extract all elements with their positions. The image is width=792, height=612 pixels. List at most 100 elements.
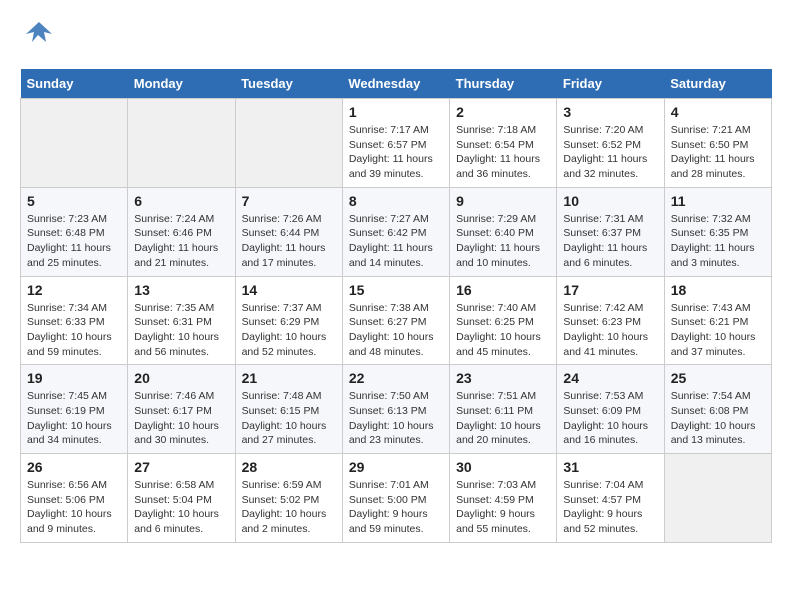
day-number: 6 bbox=[134, 193, 228, 209]
day-info: Sunrise: 7:26 AM Sunset: 6:44 PM Dayligh… bbox=[242, 212, 336, 271]
day-info: Sunrise: 7:03 AM Sunset: 4:59 PM Dayligh… bbox=[456, 478, 550, 537]
day-number: 25 bbox=[671, 370, 765, 386]
calendar-cell: 21 Sunrise: 7:48 AM Sunset: 6:15 PM Dayli… bbox=[235, 365, 342, 454]
day-info: Sunrise: 6:59 AM Sunset: 5:02 PM Dayligh… bbox=[242, 478, 336, 537]
calendar-cell bbox=[128, 99, 235, 188]
day-info: Sunrise: 7:17 AM Sunset: 6:57 PM Dayligh… bbox=[349, 123, 443, 182]
day-number: 28 bbox=[242, 459, 336, 475]
calendar-cell: 6 Sunrise: 7:24 AM Sunset: 6:46 PM Daylig… bbox=[128, 187, 235, 276]
column-header-monday: Monday bbox=[128, 69, 235, 99]
day-info: Sunrise: 7:31 AM Sunset: 6:37 PM Dayligh… bbox=[563, 212, 657, 271]
day-number: 20 bbox=[134, 370, 228, 386]
calendar-cell: 31 Sunrise: 7:04 AM Sunset: 4:57 PM Dayli… bbox=[557, 454, 664, 543]
calendar-cell: 11 Sunrise: 7:32 AM Sunset: 6:35 PM Dayli… bbox=[664, 187, 771, 276]
day-number: 10 bbox=[563, 193, 657, 209]
column-header-sunday: Sunday bbox=[21, 69, 128, 99]
day-number: 23 bbox=[456, 370, 550, 386]
calendar-cell: 12Sunrise: 7:34 AM Sunset: 6:33 PM Dayli… bbox=[21, 276, 128, 365]
calendar-cell: 10 Sunrise: 7:31 AM Sunset: 6:37 PM Dayli… bbox=[557, 187, 664, 276]
week-row-4: 19 Sunrise: 7:45 AM Sunset: 6:19 PM Dayli… bbox=[21, 365, 772, 454]
day-info: Sunrise: 7:37 AM Sunset: 6:29 PM Dayligh… bbox=[242, 301, 336, 360]
day-info: Sunrise: 7:01 AM Sunset: 5:00 PM Dayligh… bbox=[349, 478, 443, 537]
day-number: 1 bbox=[349, 104, 443, 120]
calendar-cell: 15 Sunrise: 7:38 AM Sunset: 6:27 PM Dayli… bbox=[342, 276, 449, 365]
page-header bbox=[20, 20, 772, 53]
calendar-cell: 2Sunrise: 7:18 AM Sunset: 6:54 PM Daylig… bbox=[450, 99, 557, 188]
day-number: 3 bbox=[563, 104, 657, 120]
calendar-cell bbox=[235, 99, 342, 188]
day-info: Sunrise: 6:56 AM Sunset: 5:06 PM Dayligh… bbox=[27, 478, 121, 537]
day-number: 9 bbox=[456, 193, 550, 209]
calendar-cell: 8 Sunrise: 7:27 AM Sunset: 6:42 PM Daylig… bbox=[342, 187, 449, 276]
calendar-cell: 28 Sunrise: 6:59 AM Sunset: 5:02 PM Dayli… bbox=[235, 454, 342, 543]
day-info: Sunrise: 7:21 AM Sunset: 6:50 PM Dayligh… bbox=[671, 123, 765, 182]
day-info: Sunrise: 7:23 AM Sunset: 6:48 PM Dayligh… bbox=[27, 212, 121, 271]
calendar-cell: 14 Sunrise: 7:37 AM Sunset: 6:29 PM Dayli… bbox=[235, 276, 342, 365]
day-number: 30 bbox=[456, 459, 550, 475]
day-number: 27 bbox=[134, 459, 228, 475]
column-header-wednesday: Wednesday bbox=[342, 69, 449, 99]
day-number: 19 bbox=[27, 370, 121, 386]
day-info: Sunrise: 7:54 AM Sunset: 6:08 PM Dayligh… bbox=[671, 389, 765, 448]
column-header-saturday: Saturday bbox=[664, 69, 771, 99]
day-info: Sunrise: 7:43 AM Sunset: 6:21 PM Dayligh… bbox=[671, 301, 765, 360]
day-number: 14 bbox=[242, 282, 336, 298]
week-row-5: 26 Sunrise: 6:56 AM Sunset: 5:06 PM Dayli… bbox=[21, 454, 772, 543]
day-info: Sunrise: 7:24 AM Sunset: 6:46 PM Dayligh… bbox=[134, 212, 228, 271]
day-info: Sunrise: 7:29 AM Sunset: 6:40 PM Dayligh… bbox=[456, 212, 550, 271]
day-info: Sunrise: 7:40 AM Sunset: 6:25 PM Dayligh… bbox=[456, 301, 550, 360]
day-number: 4 bbox=[671, 104, 765, 120]
day-number: 16 bbox=[456, 282, 550, 298]
column-header-thursday: Thursday bbox=[450, 69, 557, 99]
calendar-cell: 18Sunrise: 7:43 AM Sunset: 6:21 PM Dayli… bbox=[664, 276, 771, 365]
day-info: Sunrise: 7:51 AM Sunset: 6:11 PM Dayligh… bbox=[456, 389, 550, 448]
day-number: 5 bbox=[27, 193, 121, 209]
calendar-cell: 16 Sunrise: 7:40 AM Sunset: 6:25 PM Dayli… bbox=[450, 276, 557, 365]
day-number: 11 bbox=[671, 193, 765, 209]
calendar-cell bbox=[664, 454, 771, 543]
day-number: 26 bbox=[27, 459, 121, 475]
calendar-cell: 23 Sunrise: 7:51 AM Sunset: 6:11 PM Dayli… bbox=[450, 365, 557, 454]
day-number: 21 bbox=[242, 370, 336, 386]
calendar-cell: 26 Sunrise: 6:56 AM Sunset: 5:06 PM Dayli… bbox=[21, 454, 128, 543]
calendar-cell: 25 Sunrise: 7:54 AM Sunset: 6:08 PM Dayli… bbox=[664, 365, 771, 454]
calendar-cell: 20Sunrise: 7:46 AM Sunset: 6:17 PM Dayli… bbox=[128, 365, 235, 454]
day-number: 17 bbox=[563, 282, 657, 298]
day-number: 15 bbox=[349, 282, 443, 298]
day-info: Sunrise: 7:20 AM Sunset: 6:52 PM Dayligh… bbox=[563, 123, 657, 182]
day-info: Sunrise: 7:35 AM Sunset: 6:31 PM Dayligh… bbox=[134, 301, 228, 360]
calendar-cell: 27 Sunrise: 6:58 AM Sunset: 5:04 PM Dayli… bbox=[128, 454, 235, 543]
calendar-cell: 24 Sunrise: 7:53 AM Sunset: 6:09 PM Dayli… bbox=[557, 365, 664, 454]
day-info: Sunrise: 7:04 AM Sunset: 4:57 PM Dayligh… bbox=[563, 478, 657, 537]
day-number: 13 bbox=[134, 282, 228, 298]
day-number: 7 bbox=[242, 193, 336, 209]
day-info: Sunrise: 7:32 AM Sunset: 6:35 PM Dayligh… bbox=[671, 212, 765, 271]
day-info: Sunrise: 7:50 AM Sunset: 6:13 PM Dayligh… bbox=[349, 389, 443, 448]
day-number: 8 bbox=[349, 193, 443, 209]
calendar-cell: 29Sunrise: 7:01 AM Sunset: 5:00 PM Dayli… bbox=[342, 454, 449, 543]
day-info: Sunrise: 7:53 AM Sunset: 6:09 PM Dayligh… bbox=[563, 389, 657, 448]
logo bbox=[20, 20, 54, 53]
calendar-cell bbox=[21, 99, 128, 188]
day-info: Sunrise: 7:48 AM Sunset: 6:15 PM Dayligh… bbox=[242, 389, 336, 448]
calendar-cell: 3 Sunrise: 7:20 AM Sunset: 6:52 PM Daylig… bbox=[557, 99, 664, 188]
calendar-cell: 30 Sunrise: 7:03 AM Sunset: 4:59 PM Dayli… bbox=[450, 454, 557, 543]
calendar-cell: 7 Sunrise: 7:26 AM Sunset: 6:44 PM Daylig… bbox=[235, 187, 342, 276]
day-number: 24 bbox=[563, 370, 657, 386]
day-info: Sunrise: 7:45 AM Sunset: 6:19 PM Dayligh… bbox=[27, 389, 121, 448]
day-info: Sunrise: 7:42 AM Sunset: 6:23 PM Dayligh… bbox=[563, 301, 657, 360]
column-header-friday: Friday bbox=[557, 69, 664, 99]
day-number: 31 bbox=[563, 459, 657, 475]
day-info: Sunrise: 7:18 AM Sunset: 6:54 PM Dayligh… bbox=[456, 123, 550, 182]
column-header-tuesday: Tuesday bbox=[235, 69, 342, 99]
day-info: Sunrise: 6:58 AM Sunset: 5:04 PM Dayligh… bbox=[134, 478, 228, 537]
week-row-1: 1 Sunrise: 7:17 AM Sunset: 6:57 PM Daylig… bbox=[21, 99, 772, 188]
day-info: Sunrise: 7:38 AM Sunset: 6:27 PM Dayligh… bbox=[349, 301, 443, 360]
calendar-table: SundayMondayTuesdayWednesdayThursdayFrid… bbox=[20, 69, 772, 543]
day-info: Sunrise: 7:27 AM Sunset: 6:42 PM Dayligh… bbox=[349, 212, 443, 271]
calendar-cell: 22Sunrise: 7:50 AM Sunset: 6:13 PM Dayli… bbox=[342, 365, 449, 454]
calendar-cell: 13 Sunrise: 7:35 AM Sunset: 6:31 PM Dayli… bbox=[128, 276, 235, 365]
calendar-cell: 4 Sunrise: 7:21 AM Sunset: 6:50 PM Daylig… bbox=[664, 99, 771, 188]
calendar-cell: 9 Sunrise: 7:29 AM Sunset: 6:40 PM Daylig… bbox=[450, 187, 557, 276]
logo-bird-icon bbox=[24, 20, 54, 53]
